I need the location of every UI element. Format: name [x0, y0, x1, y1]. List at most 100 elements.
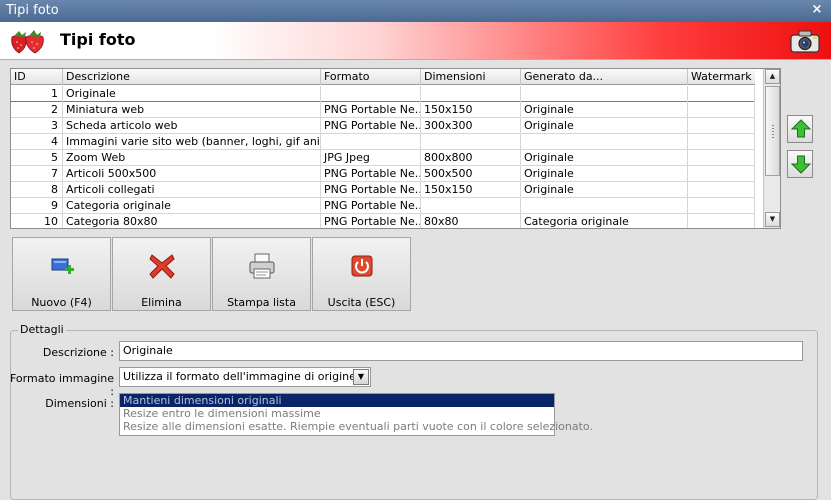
delete-button-label: Elimina [141, 296, 182, 309]
window-titlebar: Tipi foto × [0, 0, 831, 22]
cell-id[interactable]: 7 [11, 166, 63, 182]
column-header-descrizione[interactable]: Descrizione [63, 69, 321, 85]
cell-id[interactable]: 3 [11, 118, 63, 134]
cell-formato[interactable] [321, 134, 421, 150]
cell-generato[interactable] [521, 86, 688, 102]
cell-descrizione[interactable]: Miniatura web [63, 102, 321, 118]
cell-generato[interactable] [521, 198, 688, 214]
move-up-button[interactable] [787, 115, 813, 143]
table-row[interactable]: 5 Zoom Web JPG Jpeg 800x800 Originale [11, 150, 755, 166]
cell-descrizione[interactable]: Categoria originale [63, 198, 321, 214]
cell-formato[interactable]: PNG Portable Ne... [321, 102, 421, 118]
table-row[interactable]: 9 Categoria originale PNG Portable Ne... [11, 198, 755, 214]
table-row[interactable]: 3 Scheda articolo web PNG Portable Ne... 30… [11, 118, 755, 134]
table-row[interactable]: 1 Originale [11, 86, 755, 102]
cell-watermark[interactable] [688, 166, 755, 182]
column-header-id[interactable]: ID [11, 69, 63, 85]
formato-label: Formato immagine : [10, 372, 114, 398]
cell-dimensioni[interactable] [421, 198, 521, 214]
cell-descrizione[interactable]: Zoom Web [63, 150, 321, 166]
descrizione-input[interactable]: Originale [119, 341, 803, 361]
cell-dimensioni[interactable]: 150x150 [421, 182, 521, 198]
dimensioni-option[interactable]: Resize alle dimensioni esatte. Riempie e… [120, 420, 593, 433]
descrizione-label: Descrizione : [42, 346, 114, 359]
photo-types-grid[interactable]: ID Descrizione Formato Dimensioni Genera… [10, 68, 781, 229]
new-record-icon [51, 258, 74, 274]
cell-dimensioni[interactable]: 800x800 [421, 150, 521, 166]
column-header-watermark[interactable]: Watermark [688, 69, 755, 85]
exit-button[interactable]: Uscita (ESC) [312, 237, 411, 311]
cell-dimensioni[interactable]: 80x80 [421, 214, 521, 228]
cell-descrizione[interactable]: Immagini varie sito web (banner, loghi, … [63, 134, 321, 150]
new-button[interactable]: Nuovo (F4) [12, 237, 111, 311]
cell-descrizione[interactable]: Scheda articolo web [63, 118, 321, 134]
strawberries-icon [11, 30, 44, 54]
window-title: Tipi foto [6, 3, 59, 18]
cell-dimensioni[interactable]: 300x300 [421, 118, 521, 134]
cell-dimensioni[interactable]: 150x150 [421, 102, 521, 118]
cell-watermark[interactable] [688, 118, 755, 134]
column-header-formato[interactable]: Formato [321, 69, 421, 85]
dimensioni-option[interactable]: Resize entro le dimensioni massime [120, 407, 554, 420]
move-down-button[interactable] [787, 150, 813, 178]
arrow-down-icon [791, 155, 811, 174]
cell-descrizione[interactable]: Originale [63, 86, 321, 102]
formato-select-value: Utilizza il formato dell'immagine di ori… [123, 370, 356, 383]
cell-watermark[interactable] [688, 214, 755, 228]
cell-watermark[interactable] [688, 86, 755, 102]
cell-generato[interactable]: Originale [521, 166, 688, 182]
cell-descrizione[interactable]: Articoli collegati [63, 182, 321, 198]
formato-select[interactable]: Utilizza il formato dell'immagine di ori… [119, 367, 371, 387]
cell-id[interactable]: 1 [11, 86, 63, 102]
cell-formato[interactable]: PNG Portable Ne... [321, 118, 421, 134]
cell-id[interactable]: 5 [11, 150, 63, 166]
cell-id[interactable]: 8 [11, 182, 63, 198]
cell-descrizione[interactable]: Articoli 500x500 [63, 166, 321, 182]
column-header-dimensioni[interactable]: Dimensioni [421, 69, 521, 85]
table-row[interactable]: 8 Articoli collegati PNG Portable Ne... 150… [11, 182, 755, 198]
delete-button[interactable]: Elimina [112, 237, 211, 311]
table-row[interactable]: 4 Immagini varie sito web (banner, loghi,… [11, 134, 755, 150]
cell-dimensioni[interactable] [421, 134, 521, 150]
print-list-button[interactable]: Stampa lista [212, 237, 311, 311]
header-banner: Tipi foto [0, 22, 831, 60]
table-row[interactable]: 2 Miniatura web PNG Portable Ne... 150x150 O… [11, 102, 755, 118]
cell-formato[interactable]: JPG Jpeg [321, 150, 421, 166]
dimensioni-listbox[interactable]: Mantieni dimensioni originali Resize ent… [119, 393, 593, 436]
cell-id[interactable]: 4 [11, 134, 63, 150]
cell-formato[interactable]: PNG Portable Ne... [321, 182, 421, 198]
scroll-down-button[interactable]: ▼ [765, 212, 780, 227]
cell-generato[interactable]: Originale [521, 150, 688, 166]
cell-formato[interactable]: PNG Portable Ne... [321, 198, 421, 214]
cell-id[interactable]: 9 [11, 198, 63, 214]
close-button[interactable]: × [809, 1, 825, 19]
cell-id[interactable]: 2 [11, 102, 63, 118]
cell-generato[interactable]: Categoria originale [521, 214, 688, 228]
table-row[interactable]: 7 Articoli 500x500 PNG Portable Ne... 500x5… [11, 166, 755, 182]
cell-watermark[interactable] [688, 182, 755, 198]
cell-dimensioni[interactable]: 500x500 [421, 166, 521, 182]
cell-formato[interactable]: PNG Portable Ne... [321, 166, 421, 182]
cell-generato[interactable]: Originale [521, 118, 688, 134]
cell-watermark[interactable] [688, 102, 755, 118]
power-icon [351, 255, 373, 277]
cell-generato[interactable]: Originale [521, 102, 688, 118]
cell-formato[interactable]: PNG Portable Ne... [321, 214, 421, 228]
cell-generato[interactable]: Originale [521, 182, 688, 198]
cell-id[interactable]: 10 [11, 214, 63, 228]
scroll-up-button[interactable]: ▲ [765, 69, 780, 84]
cell-formato[interactable] [321, 86, 421, 102]
cell-dimensioni[interactable] [421, 86, 521, 102]
details-legend: Dettagli [18, 323, 66, 336]
cell-descrizione[interactable]: Categoria 80x80 [63, 214, 321, 228]
cell-watermark[interactable] [688, 134, 755, 150]
cell-watermark[interactable] [688, 198, 755, 214]
scroll-thumb[interactable] [765, 86, 780, 176]
column-header-generato[interactable]: Generato da... [521, 69, 688, 85]
cell-generato[interactable] [521, 134, 688, 150]
table-row[interactable]: 10 Categoria 80x80 PNG Portable Ne... 80x80… [11, 214, 755, 228]
chevron-down-icon[interactable]: ▼ [353, 369, 369, 385]
grid-scrollbar[interactable]: ▲ ▼ [763, 69, 780, 228]
dimensioni-option[interactable]: Mantieni dimensioni originali [120, 394, 554, 407]
cell-watermark[interactable] [688, 150, 755, 166]
